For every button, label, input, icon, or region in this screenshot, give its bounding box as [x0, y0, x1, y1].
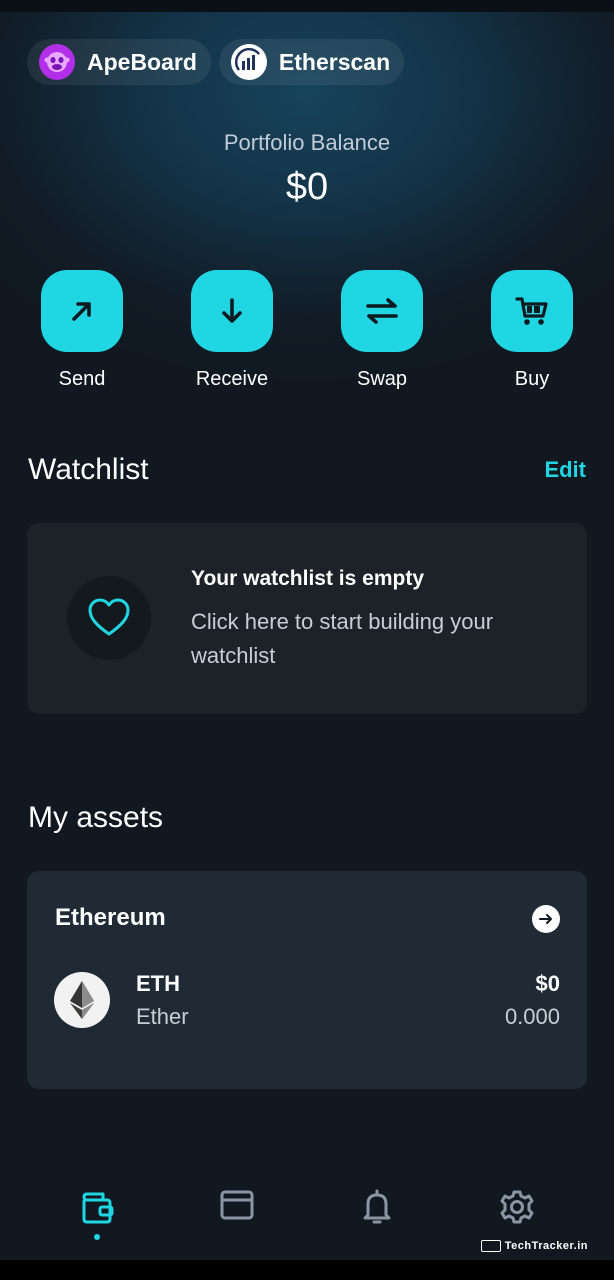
apeboard-chip[interactable]: ApeBoard	[27, 39, 211, 85]
arrow-right-icon[interactable]	[532, 905, 560, 933]
apeboard-label: ApeBoard	[87, 48, 197, 75]
etherscan-chart-icon	[230, 44, 267, 80]
swap-arrows-icon	[366, 298, 398, 324]
etherscan-label: Etherscan	[278, 48, 391, 75]
asset-symbol: ETH	[136, 971, 180, 996]
watchlist-empty-title: Your watchlist is empty	[191, 567, 424, 590]
system-navigation-bar	[0, 1260, 614, 1280]
watchlist-title: Watchlist	[28, 453, 149, 486]
asset-value: $0	[535, 971, 560, 996]
receive-icon-button[interactable]	[191, 270, 273, 352]
buy-label: Buy	[514, 368, 550, 390]
buy-button[interactable]: Buy	[477, 270, 587, 391]
settings-icon	[500, 1190, 534, 1224]
swap-icon-button[interactable]	[341, 270, 423, 352]
nav-wallet[interactable]	[67, 1188, 127, 1240]
wallet-icon	[82, 1192, 114, 1224]
ethereum-asset-card[interactable]: Ethereum ETH Ether $0 0.000	[27, 871, 587, 1089]
nav-notifications[interactable]	[347, 1188, 407, 1238]
nav-browser[interactable]	[207, 1188, 267, 1238]
asset-name: Ether	[136, 1004, 189, 1029]
watchlist-edit-link[interactable]: Edit	[544, 457, 586, 483]
ape-face-icon	[39, 44, 75, 80]
arrow-down-icon	[222, 298, 242, 323]
send-label: Send	[58, 368, 106, 390]
etherscan-chip[interactable]: Etherscan	[218, 39, 405, 85]
watermark-text: TechTracker.in	[504, 1240, 588, 1252]
asset-amount: 0.000	[504, 1004, 560, 1029]
status-bar	[0, 0, 614, 12]
watermark: TechTracker.in	[480, 1240, 588, 1252]
cart-icon	[515, 297, 548, 325]
watchlist-empty-subtitle: Click here to start building your watchl…	[191, 609, 494, 668]
portfolio-balance-value: $0	[285, 166, 329, 208]
send-icon-button[interactable]	[41, 270, 123, 352]
buy-icon-button[interactable]	[491, 270, 573, 352]
watermark-logo-icon	[480, 1240, 501, 1252]
receive-label: Receive	[195, 368, 269, 390]
quick-links: ApeBoard Etherscan	[27, 39, 405, 85]
my-assets-title: My assets	[28, 801, 164, 834]
swap-button[interactable]: Swap	[327, 270, 437, 391]
asset-chain-name: Ethereum	[55, 904, 166, 931]
receive-button[interactable]: Receive	[177, 270, 287, 391]
portfolio-balance-label: Portfolio Balance	[223, 130, 391, 155]
heart-icon	[67, 576, 151, 660]
arrow-up-right-icon	[72, 302, 91, 321]
watchlist-empty-card[interactable]: Your watchlist is empty Click here to st…	[27, 523, 587, 714]
ethereum-logo-icon	[54, 972, 110, 1028]
swap-label: Swap	[356, 368, 408, 390]
browser-icon	[220, 1190, 254, 1220]
send-button[interactable]: Send	[27, 270, 137, 391]
bell-icon	[363, 1189, 391, 1224]
active-indicator	[94, 1234, 100, 1240]
nav-settings[interactable]	[487, 1188, 547, 1238]
